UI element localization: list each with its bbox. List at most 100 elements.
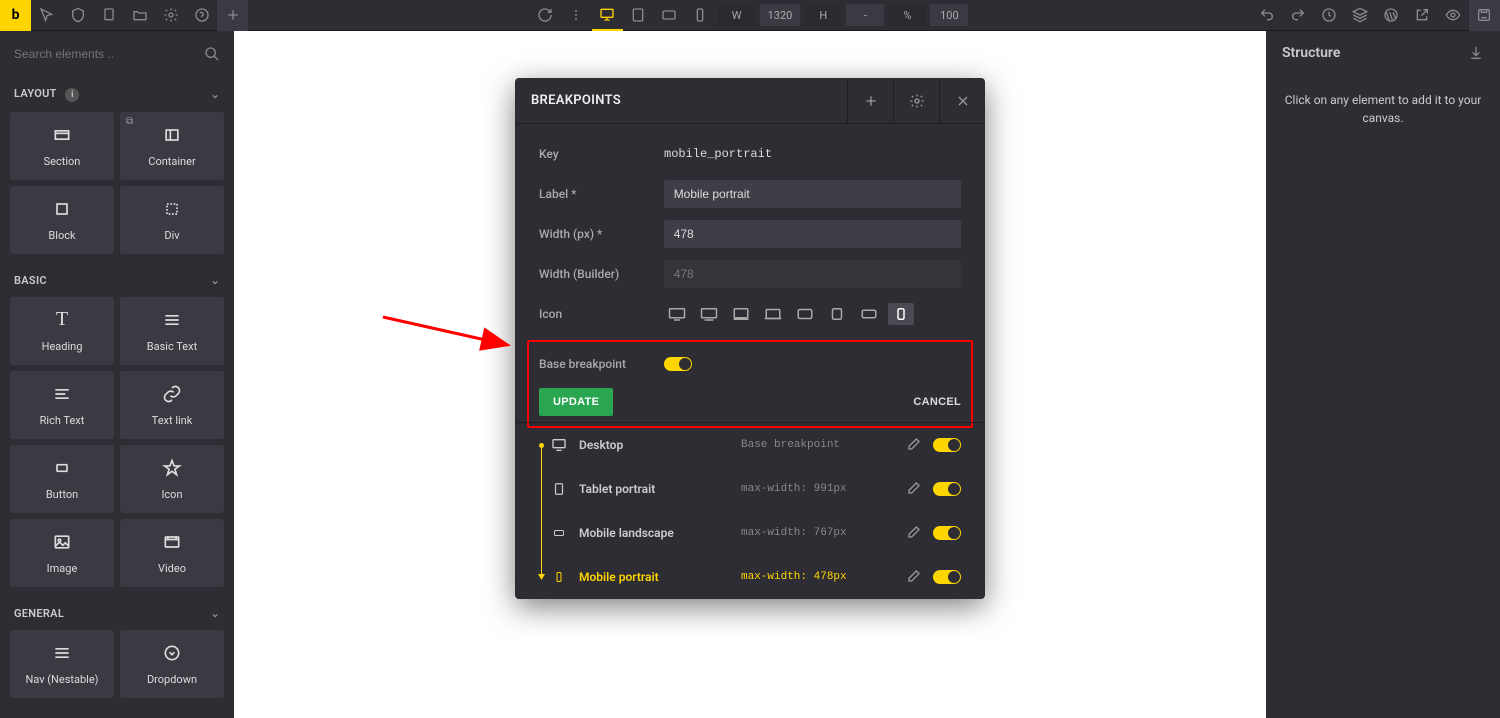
- device-icon-option-2[interactable]: [696, 303, 722, 325]
- tablet-device-icon[interactable]: [623, 0, 654, 31]
- top-toolbar: b W 1320 H - % 100: [0, 0, 1500, 31]
- width-value[interactable]: 1320: [760, 4, 801, 26]
- element-container[interactable]: ⧉Container: [120, 112, 224, 180]
- width-input[interactable]: [664, 220, 961, 248]
- zoom-value[interactable]: 100: [930, 4, 968, 26]
- element-text-link[interactable]: Text link: [120, 371, 224, 439]
- section-header-layout[interactable]: LAYOUT i ⌄: [0, 77, 234, 112]
- device-icon-option-6[interactable]: [824, 303, 850, 325]
- copy-icon: ⧉: [126, 116, 133, 127]
- tablet-landscape-icon[interactable]: [654, 0, 685, 31]
- gear-icon[interactable]: [155, 0, 186, 31]
- element-label: Rich Text: [40, 414, 85, 427]
- section-title: BASIC: [14, 274, 47, 287]
- zoom-label: %: [888, 4, 926, 26]
- shield-icon[interactable]: [62, 0, 93, 31]
- pages-icon[interactable]: [93, 0, 124, 31]
- cancel-button[interactable]: CANCEL: [913, 396, 961, 408]
- breakpoint-row-mobile-landscape[interactable]: Mobile landscape max-width: 767px: [515, 511, 985, 555]
- section-header-general[interactable]: GENERAL ⌄: [0, 597, 234, 630]
- device-icon-option-3[interactable]: [728, 303, 754, 325]
- key-value: mobile_portrait: [664, 147, 961, 161]
- device-icon-option-5[interactable]: [792, 303, 818, 325]
- download-icon[interactable]: [1468, 45, 1484, 61]
- settings-button[interactable]: [893, 78, 939, 124]
- edit-icon[interactable]: [905, 525, 921, 541]
- key-label: Key: [539, 147, 664, 161]
- breakpoint-name: Mobile landscape: [579, 526, 729, 540]
- element-rich-text[interactable]: Rich Text: [10, 371, 114, 439]
- breakpoints-modal: BREAKPOINTS Key mobile_portrait Label * …: [515, 78, 985, 599]
- edit-icon[interactable]: [905, 481, 921, 497]
- label-label: Label *: [539, 187, 664, 201]
- device-icon-option-7[interactable]: [856, 303, 882, 325]
- section-header-basic[interactable]: BASIC ⌄: [0, 264, 234, 297]
- element-block[interactable]: Block: [10, 186, 114, 254]
- edit-icon[interactable]: [905, 569, 921, 585]
- redo-icon[interactable]: [1283, 0, 1314, 31]
- undo-icon[interactable]: [1252, 0, 1283, 31]
- element-icon[interactable]: Icon: [120, 445, 224, 513]
- breakpoint-row-tablet[interactable]: Tablet portrait max-width: 991px: [515, 467, 985, 511]
- elements-panel: LAYOUT i ⌄ Section ⧉Container Block Div …: [0, 31, 234, 718]
- breakpoint-row-desktop[interactable]: Desktop Base breakpoint: [515, 423, 985, 467]
- layers-icon[interactable]: [1345, 0, 1376, 31]
- element-video[interactable]: Video: [120, 519, 224, 587]
- help-icon[interactable]: [186, 0, 217, 31]
- width-builder-input[interactable]: [664, 260, 961, 288]
- breakpoint-toggle[interactable]: [933, 438, 961, 452]
- desktop-device-icon[interactable]: [592, 0, 623, 31]
- element-label: Image: [47, 562, 78, 575]
- logo: b: [0, 0, 31, 31]
- breakpoint-name: Tablet portrait: [579, 482, 729, 496]
- label-input[interactable]: [664, 180, 961, 208]
- cursor-icon[interactable]: [31, 0, 62, 31]
- element-dropdown[interactable]: Dropdown: [120, 630, 224, 698]
- device-icon-option-8[interactable]: [888, 303, 914, 325]
- element-div[interactable]: Div: [120, 186, 224, 254]
- element-label: Basic Text: [147, 340, 197, 353]
- update-button[interactable]: UPDATE: [539, 388, 613, 416]
- element-heading[interactable]: THeading: [10, 297, 114, 365]
- element-image[interactable]: Image: [10, 519, 114, 587]
- structure-panel: Structure Click on any element to add it…: [1266, 31, 1500, 718]
- folder-icon[interactable]: [124, 0, 155, 31]
- search-input[interactable]: [14, 47, 204, 61]
- tablet-icon: [551, 481, 567, 497]
- mobile-device-icon[interactable]: [685, 0, 716, 31]
- dots-icon[interactable]: [561, 0, 592, 31]
- element-section[interactable]: Section: [10, 112, 114, 180]
- width-builder-label: Width (Builder): [539, 267, 664, 281]
- eye-icon[interactable]: [1438, 0, 1469, 31]
- element-nav-nestable[interactable]: Nav (Nestable): [10, 630, 114, 698]
- breakpoint-media: max-width: 991px: [741, 483, 893, 495]
- base-breakpoint-toggle[interactable]: [664, 357, 692, 371]
- device-icon-option-4[interactable]: [760, 303, 786, 325]
- breakpoint-toggle[interactable]: [933, 570, 961, 584]
- info-icon: i: [65, 88, 79, 102]
- add-breakpoint-button[interactable]: [847, 78, 893, 124]
- element-label: Dropdown: [147, 673, 197, 686]
- section-title: GENERAL: [14, 607, 64, 620]
- element-button[interactable]: Button: [10, 445, 114, 513]
- height-value[interactable]: -: [846, 4, 884, 26]
- breakpoint-row-mobile-portrait[interactable]: Mobile portrait max-width: 478px: [515, 555, 985, 599]
- external-link-icon[interactable]: [1407, 0, 1438, 31]
- close-button[interactable]: [939, 78, 985, 124]
- history-icon[interactable]: [1314, 0, 1345, 31]
- element-label: Icon: [161, 488, 182, 501]
- save-icon[interactable]: [1469, 0, 1500, 31]
- breakpoint-media: max-width: 767px: [741, 527, 893, 539]
- element-label: Video: [158, 562, 186, 575]
- structure-title: Structure: [1282, 45, 1340, 61]
- element-label: Block: [48, 229, 75, 242]
- breakpoint-toggle[interactable]: [933, 526, 961, 540]
- breakpoint-toggle[interactable]: [933, 482, 961, 496]
- device-icon-option-1[interactable]: [664, 303, 690, 325]
- add-icon[interactable]: [217, 0, 248, 31]
- sync-icon[interactable]: [530, 0, 561, 31]
- edit-icon[interactable]: [905, 437, 921, 453]
- element-label: Nav (Nestable): [25, 673, 98, 686]
- element-basic-text[interactable]: Basic Text: [120, 297, 224, 365]
- wordpress-icon[interactable]: [1376, 0, 1407, 31]
